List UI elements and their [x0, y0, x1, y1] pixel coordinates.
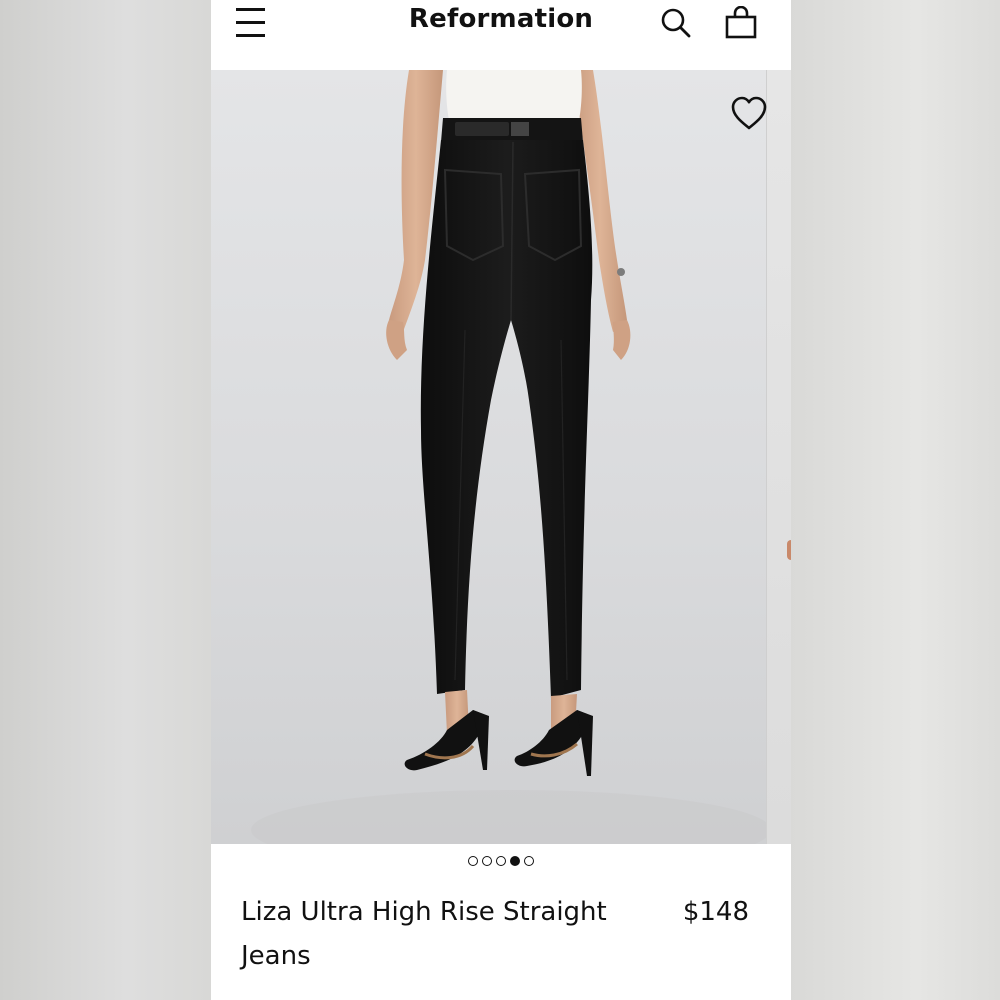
wishlist-button[interactable]	[729, 94, 769, 134]
product-image-gallery[interactable]	[211, 70, 791, 844]
search-icon	[661, 8, 691, 38]
product-name: Liza Ultra High Rise Straight Jeans	[241, 897, 607, 971]
carousel-pagination	[211, 852, 791, 870]
next-slide-peek[interactable]	[766, 70, 791, 844]
hamburger-menu-icon	[236, 8, 265, 11]
heart-outline-icon	[731, 96, 767, 130]
shopping-bag-button[interactable]	[724, 6, 758, 40]
menu-button[interactable]	[233, 6, 267, 40]
hamburger-menu-line	[236, 34, 265, 37]
backdrop-left-blur	[0, 0, 211, 1000]
search-button[interactable]	[659, 6, 693, 40]
carousel-dot-1[interactable]	[468, 856, 478, 866]
hamburger-menu-line	[236, 21, 265, 24]
product-price: $148	[682, 897, 749, 927]
carousel-dot-5[interactable]	[524, 856, 534, 866]
product-photo[interactable]	[211, 70, 767, 844]
top-header: Reformation	[211, 0, 791, 70]
brand-logo[interactable]: Reformation	[361, 4, 641, 34]
shopping-bag-icon	[725, 6, 757, 39]
carousel-dot-2[interactable]	[482, 856, 492, 866]
app-screen: Reformation Liza Ultra High Rise Straigh…	[211, 0, 791, 1000]
carousel-dot-3[interactable]	[496, 856, 506, 866]
carousel-dot-4-active[interactable]	[510, 856, 520, 866]
backdrop-right-blur	[790, 0, 1000, 1000]
